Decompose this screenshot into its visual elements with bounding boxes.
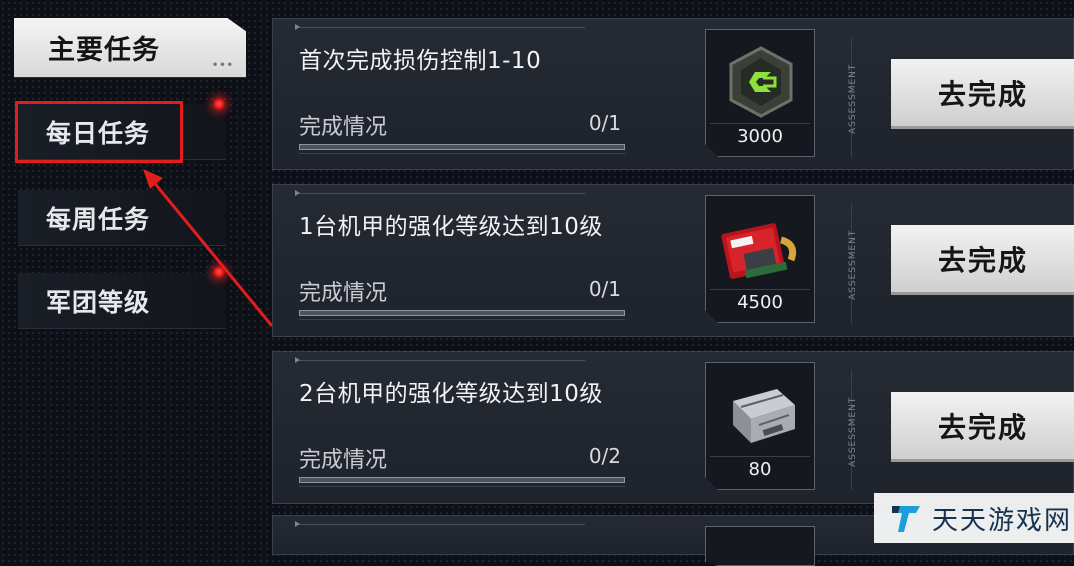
reward-slot-partial[interactable] (705, 526, 815, 566)
progress-underline (299, 153, 625, 154)
tab-weekly-tasks[interactable]: 每周任务 (18, 190, 226, 246)
tab-main-tasks-label: 主要任务 (48, 35, 160, 66)
watermark-logo-icon (892, 506, 920, 532)
task-card: 首次完成损伤控制1-10 完成情况 0/1 3000 ASSESSMENT 去完… (272, 18, 1074, 170)
data-module-icon (716, 208, 806, 288)
assessment-label: ASSESSMENT (848, 63, 858, 135)
progress-label: 完成情况 (299, 281, 388, 306)
metal-crate-icon (716, 375, 806, 455)
reward-amount: 4500 (710, 289, 810, 316)
site-watermark: 天天游戏网 (874, 493, 1074, 543)
assessment-label: ASSESSMENT (848, 396, 858, 468)
task-title: 2台机甲的强化等级达到10级 (299, 381, 603, 407)
progress-bar (299, 477, 625, 483)
card-tick-line (295, 190, 585, 196)
progress-bar (299, 144, 625, 150)
progress-underline (299, 319, 625, 320)
task-card: 1台机甲的强化等级达到10级 完成情况 0/1 4500 ASSESSMENT … (272, 184, 1074, 337)
tab-main-tasks[interactable]: 主要任务 ••• (14, 18, 246, 78)
go-complete-button[interactable]: 去完成 (891, 392, 1074, 462)
tab-legion-level[interactable]: 军团等级 (18, 273, 226, 329)
highlight-box (15, 101, 183, 163)
progress-value: 0/1 (588, 277, 621, 301)
card-tick-line (295, 521, 585, 527)
progress-label: 完成情况 (299, 115, 388, 140)
task-title: 首次完成损伤控制1-10 (299, 48, 542, 74)
reward-amount: 3000 (710, 123, 810, 150)
watermark-text: 天天游戏网 (932, 505, 1073, 536)
go-complete-button[interactable]: 去完成 (891, 225, 1074, 295)
progress-label: 完成情况 (299, 448, 388, 473)
hex-chip-icon (716, 42, 806, 122)
go-complete-button[interactable]: 去完成 (891, 59, 1074, 129)
reward-slot[interactable]: 80 (705, 362, 815, 490)
legion-alert-dot (213, 266, 225, 278)
progress-underline (299, 486, 625, 487)
task-card: 2台机甲的强化等级达到10级 完成情况 0/2 80 ASSESSMENT 去完… (272, 351, 1074, 504)
tab-weekly-tasks-label: 每周任务 (46, 204, 151, 234)
progress-value: 0/1 (588, 111, 621, 135)
progress-value: 0/2 (588, 444, 621, 468)
assessment-label: ASSESSMENT (848, 229, 858, 301)
card-tick-line (295, 24, 585, 30)
reward-amount: 80 (710, 456, 810, 483)
task-title: 1台机甲的强化等级达到10级 (299, 214, 603, 240)
tab-corner-dots: ••• (211, 60, 234, 71)
progress-bar (299, 310, 625, 316)
card-tick-line (295, 357, 585, 363)
daily-alert-dot (213, 98, 225, 110)
tab-legion-level-label: 军团等级 (46, 287, 151, 317)
reward-slot[interactable]: 4500 (705, 195, 815, 323)
reward-slot[interactable]: 3000 (705, 29, 815, 157)
